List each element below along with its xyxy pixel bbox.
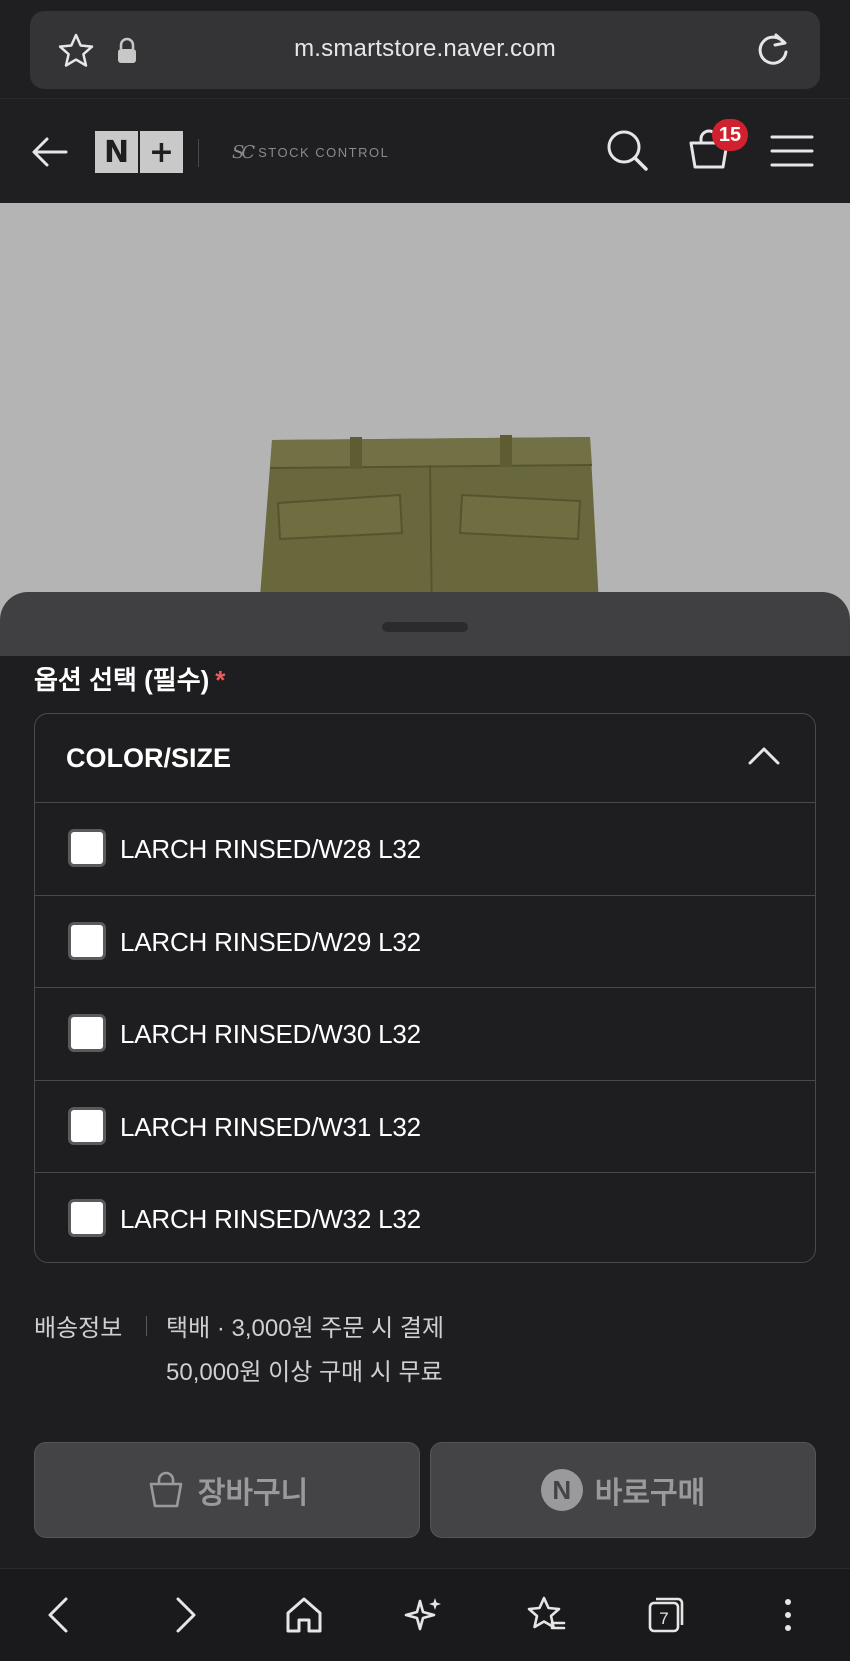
- logo-n: N: [95, 131, 138, 173]
- required-mark: *: [215, 665, 226, 695]
- option-item[interactable]: LARCH RINSED/W31 L32: [35, 1081, 815, 1173]
- bottom-sheet: 옵션 선택 (필수) * COLOR/SIZE LARCH RINSED/W28 …: [0, 656, 850, 1568]
- option-section-title: 옵션 선택 (필수) *: [34, 660, 225, 697]
- back-arrow-icon[interactable]: [30, 135, 70, 169]
- option-label: LARCH RINSED/W31 L32: [120, 1111, 421, 1142]
- option-label: LARCH RINSED/W30 L32: [120, 1019, 421, 1049]
- naver-plus-logo[interactable]: N +: [95, 131, 183, 173]
- buy-now-label: 바로구매: [594, 1477, 706, 1510]
- brand-mark: SC: [232, 141, 255, 163]
- option-dropdown-header[interactable]: COLOR/SIZE: [35, 714, 815, 803]
- sheet-drag-handle[interactable]: [382, 622, 468, 632]
- option-checkbox[interactable]: [68, 1106, 106, 1145]
- hamburger-menu-icon[interactable]: [770, 133, 814, 169]
- action-buttons: 장바구니 N 바로구매: [34, 1442, 816, 1538]
- option-checkbox[interactable]: [68, 829, 106, 867]
- logo-divider: [198, 139, 199, 167]
- browser-bottom-bar: 7: [0, 1568, 850, 1661]
- url-text[interactable]: m.smartstore.naver.com: [30, 35, 820, 63]
- search-icon[interactable]: [604, 127, 650, 173]
- option-item[interactable]: LARCH RINSED/W30 L32: [35, 988, 815, 1081]
- sparkle-icon[interactable]: [402, 1593, 446, 1637]
- product-image[interactable]: [0, 203, 850, 623]
- add-to-cart-label: 장바구니: [197, 1477, 309, 1510]
- option-item[interactable]: LARCH RINSED/W29 L32: [35, 896, 815, 988]
- buy-now-button[interactable]: N 바로구매: [430, 1442, 816, 1538]
- option-label: LARCH RINSED/W28 L32: [120, 834, 421, 864]
- reload-icon[interactable]: [754, 31, 792, 69]
- shipping-label: 배송정보: [34, 1315, 123, 1342]
- naver-pay-icon: N: [540, 1469, 583, 1511]
- tab-count: 7: [659, 1609, 668, 1628]
- bottom-sheet-header[interactable]: [0, 592, 850, 656]
- store-header: N + SC STOCK CONTROL 15: [0, 98, 850, 203]
- free-shipping-text: 50,000원 이상 구매 시 무료: [166, 1359, 443, 1386]
- option-checkbox[interactable]: [68, 921, 106, 960]
- shopping-bag-icon: [149, 1471, 183, 1508]
- back-icon[interactable]: [38, 1593, 82, 1637]
- tabs-icon[interactable]: 7: [644, 1593, 688, 1637]
- option-item[interactable]: LARCH RINSED/W32 L32: [35, 1173, 815, 1262]
- option-dropdown: COLOR/SIZE LARCH RINSED/W28 L32 LARCH RI…: [34, 713, 816, 1263]
- option-label: LARCH RINSED/W32 L32: [120, 1204, 421, 1234]
- logo-plus: +: [140, 131, 183, 173]
- more-options-icon[interactable]: [766, 1593, 810, 1637]
- brand-name: STOCK CONTROL: [258, 144, 390, 160]
- option-title-text: 옵션 선택 (필수): [34, 665, 210, 695]
- add-to-cart-button[interactable]: 장바구니: [34, 1442, 420, 1538]
- chevron-up-icon[interactable]: [747, 744, 781, 766]
- bookmarks-icon[interactable]: [524, 1593, 568, 1637]
- shipping-fee-text: 택배 · 3,000원 주문 시 결제: [166, 1315, 445, 1342]
- home-icon[interactable]: [282, 1593, 326, 1637]
- address-bar[interactable]: m.smartstore.naver.com: [30, 11, 820, 89]
- shipping-divider: [146, 1316, 147, 1336]
- brand-logo[interactable]: SC STOCK CONTROL: [232, 139, 389, 165]
- cart-count-badge: 15: [712, 119, 748, 151]
- option-checkbox[interactable]: [68, 1199, 106, 1237]
- option-label: LARCH RINSED/W29 L32: [120, 926, 421, 957]
- browser-top-bar: m.smartstore.naver.com: [0, 0, 850, 98]
- dropdown-label: COLOR/SIZE: [66, 743, 232, 773]
- product-photo: [0, 203, 850, 623]
- option-item[interactable]: LARCH RINSED/W28 L32: [35, 803, 815, 896]
- forward-icon[interactable]: [162, 1593, 206, 1637]
- option-checkbox[interactable]: [68, 1014, 106, 1052]
